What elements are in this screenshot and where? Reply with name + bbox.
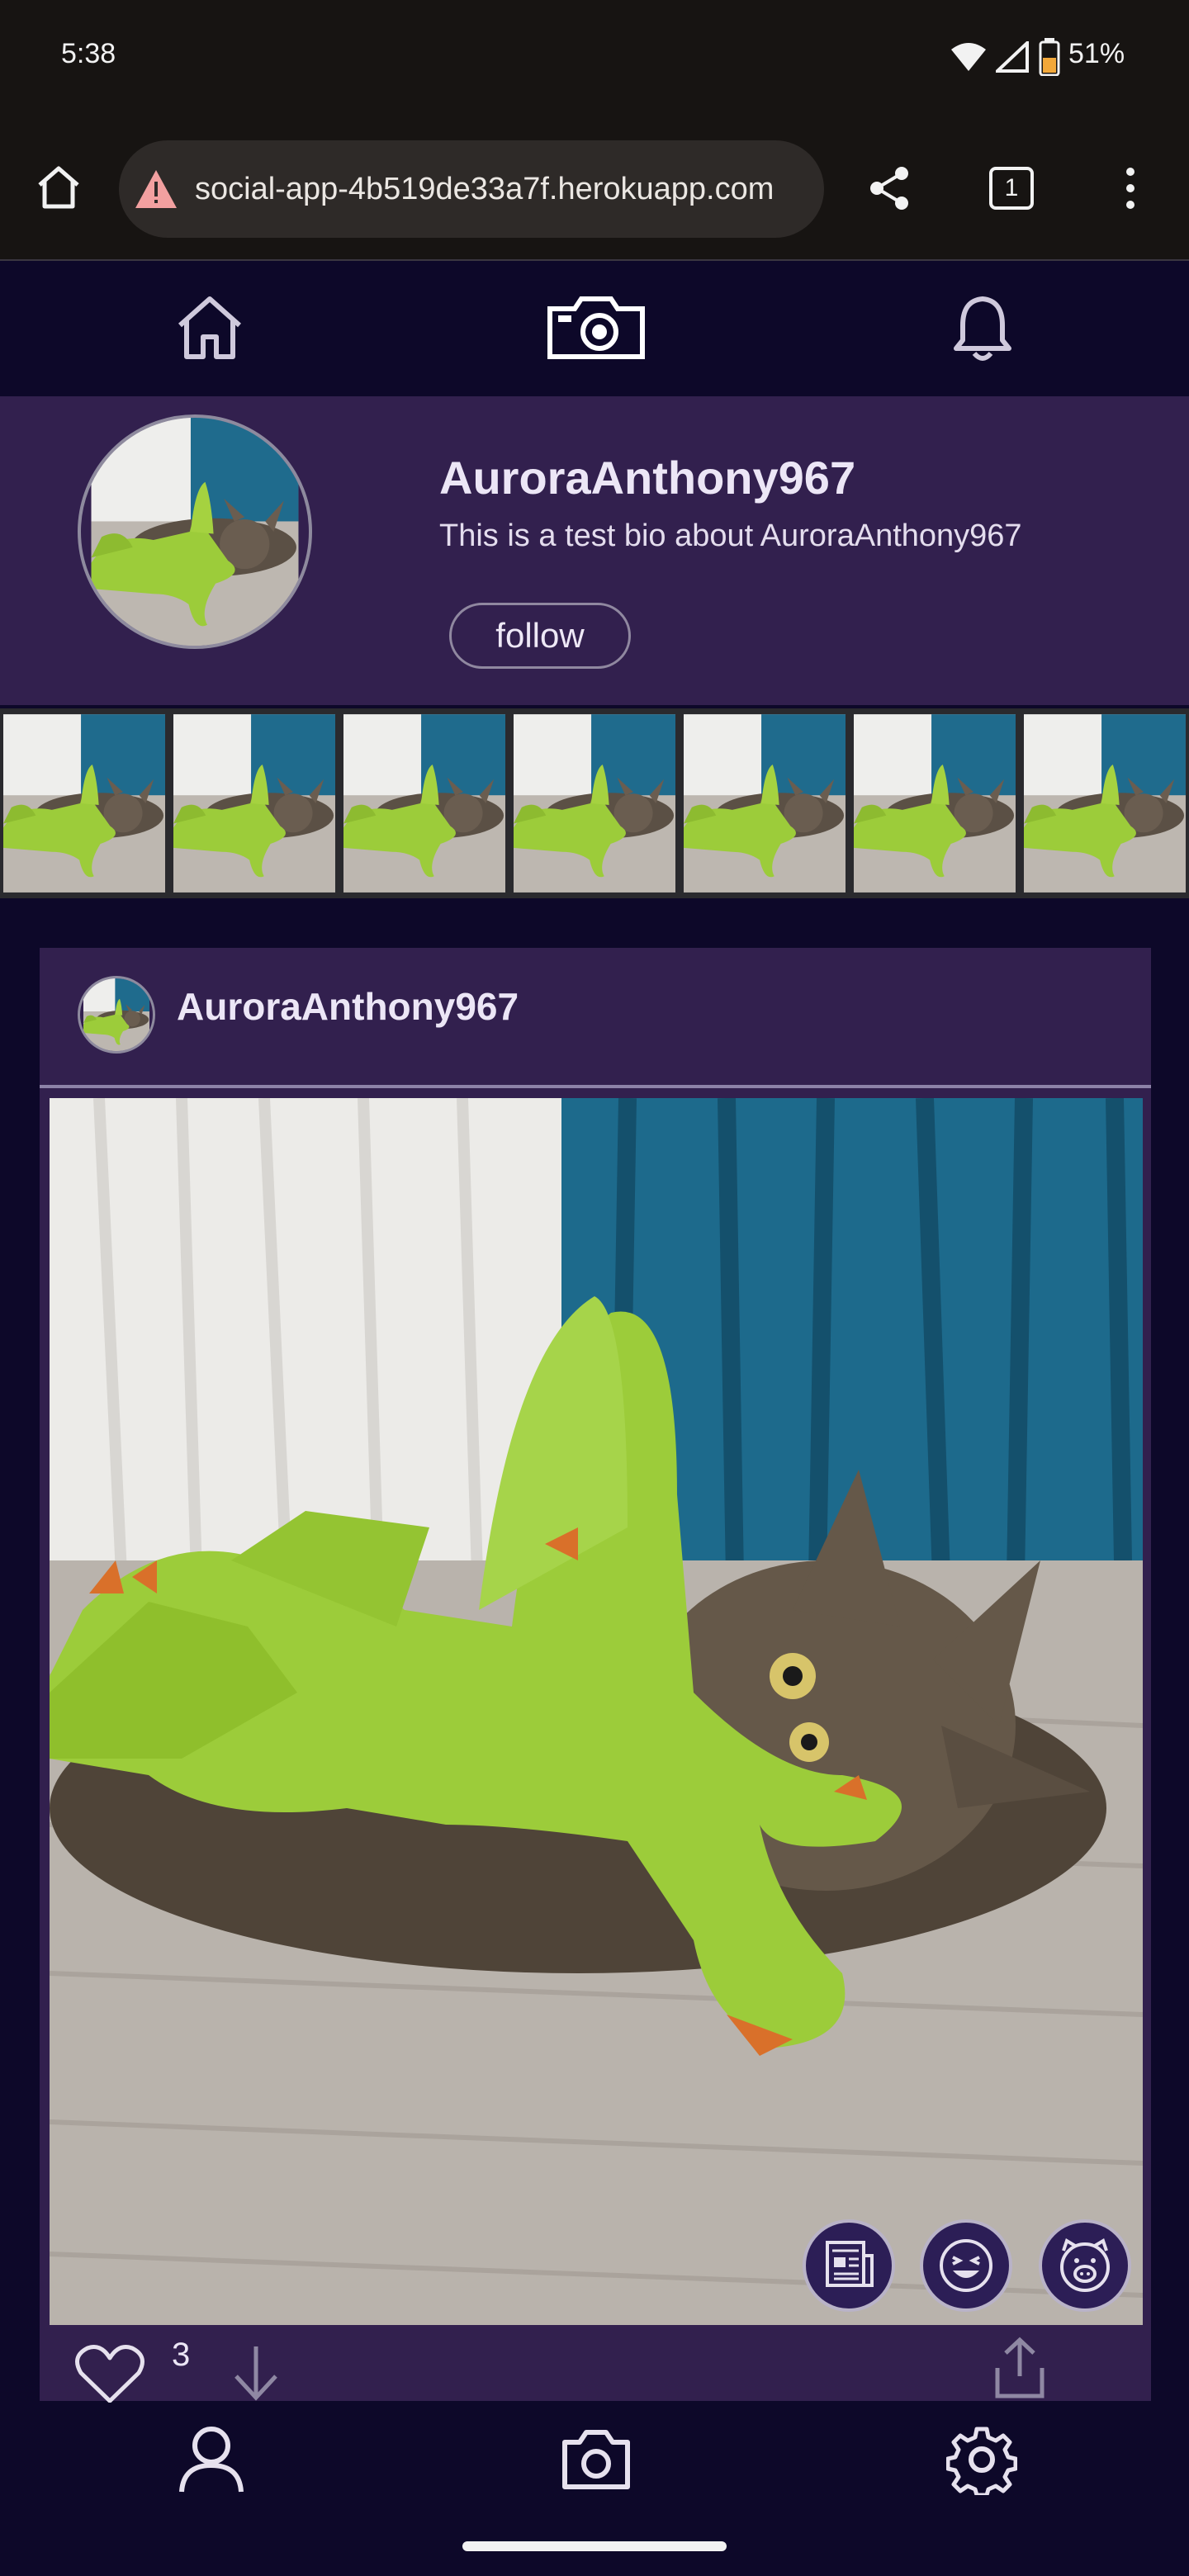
camera-icon[interactable] [547,294,646,360]
settings-icon[interactable] [946,2424,1017,2495]
bell-icon[interactable] [951,294,1014,363]
news-reaction-icon[interactable] [803,2219,895,2312]
post-author-avatar[interactable] [78,976,155,1054]
not-secure-warning-icon[interactable] [134,168,178,210]
thumbnail[interactable] [173,712,335,895]
more-menu-icon[interactable] [1120,163,1141,213]
browser-home-icon[interactable] [33,162,84,213]
profile-avatar[interactable] [78,414,312,649]
gesture-area [0,2526,1189,2576]
download-icon[interactable] [230,2343,282,2403]
status-time: 5:38 [61,38,116,69]
thumbnail[interactable] [854,712,1016,895]
signal-icon [996,41,1029,73]
camera-icon[interactable] [561,2427,631,2490]
laughing-reaction-icon[interactable] [920,2219,1012,2312]
thumbnail[interactable] [684,712,846,895]
home-gesture-bar[interactable] [462,2541,727,2551]
wifi-icon [950,41,988,73]
thumbnail[interactable] [514,712,675,895]
thumbnail[interactable] [1024,712,1186,895]
thumbnail[interactable] [343,712,505,895]
url-text[interactable]: social-app-4b519de33a7f.herokuapp.com [195,172,774,207]
share-icon[interactable] [865,163,915,213]
like-count: 3 [172,2337,191,2373]
like-heart-icon[interactable] [74,2343,145,2404]
pig-reaction-icon[interactable] [1039,2219,1131,2312]
battery-percent: 51% [1068,38,1125,69]
profile-icon[interactable] [177,2424,246,2493]
share-post-icon[interactable] [991,2335,1049,2401]
home-icon[interactable] [175,294,244,362]
battery-icon [1039,38,1060,76]
profile-bio: This is a test bio about AuroraAnthony96… [439,519,1022,553]
post-author-name[interactable]: AuroraAnthony967 [177,984,519,1029]
profile-username: AuroraAnthony967 [439,452,856,504]
post-header-divider [40,1085,1151,1088]
thumbnail[interactable] [3,712,165,895]
post-image[interactable] [50,1098,1143,2325]
tab-switcher-button[interactable]: 1 [989,167,1034,210]
follow-button[interactable]: follow [449,603,631,669]
